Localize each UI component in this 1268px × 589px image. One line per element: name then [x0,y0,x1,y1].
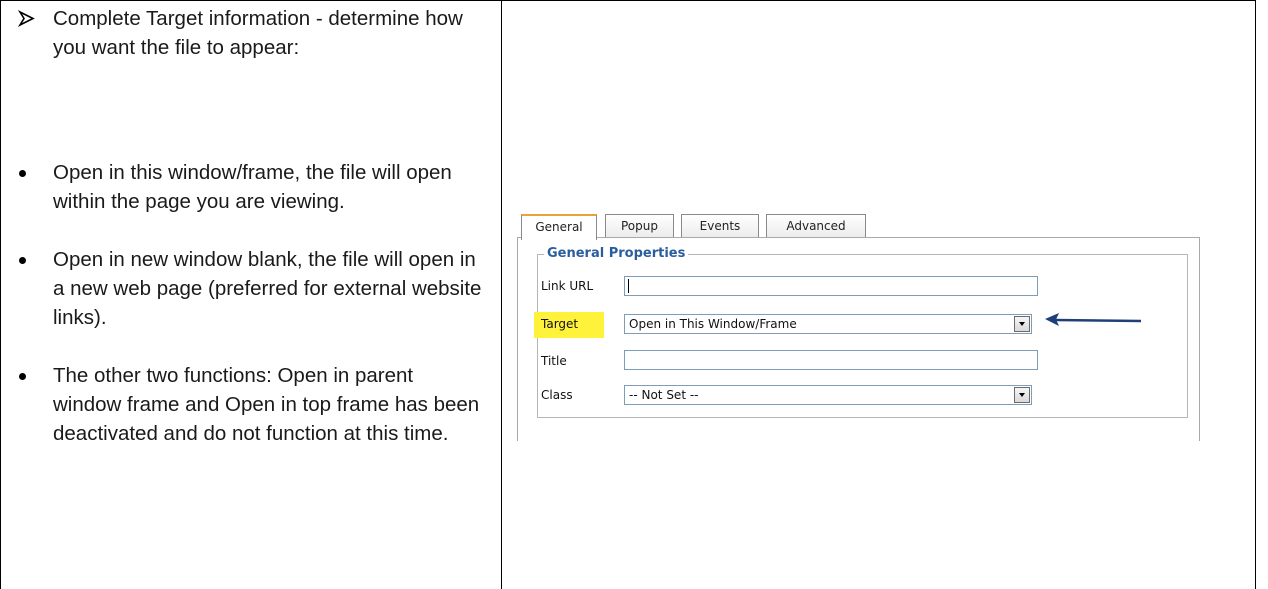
class-selected-value: -- Not Set -- [629,388,699,402]
tab-advanced[interactable]: Advanced [766,214,866,237]
class-select[interactable]: -- Not Set -- [624,385,1032,405]
tab-events[interactable]: Events [681,214,759,237]
intro-text: Complete Target information - determine … [53,7,463,59]
link-properties-dialog: General Popup Events Advanced General Pr… [517,209,1205,441]
bullet-item-3: The other two functions: Open in parent … [53,364,480,445]
class-label: Class [541,388,573,402]
panel-border-right [1199,237,1200,441]
table-column-divider [501,0,502,589]
bullet-icon [19,373,26,380]
title-label: Title [541,354,567,368]
chevron-down-icon[interactable] [1014,387,1030,403]
pointer-arrow-icon [1045,309,1145,334]
group-legend: General Properties [544,245,689,263]
instructions-cell: Complete Target information - determine … [0,0,500,589]
arrow-bullet-icon [17,4,37,33]
link-url-input[interactable] [624,276,1038,296]
text-caret [628,279,629,293]
tab-general[interactable]: General [521,214,597,240]
tab-popup[interactable]: Popup [605,214,674,237]
bullet-item-1: Open in this window/frame, the file will… [53,161,452,213]
panel-border-top [517,237,1199,238]
bullet-icon [19,170,26,177]
target-label: Target [541,317,579,331]
title-input[interactable] [624,350,1038,370]
target-selected-value: Open in This Window/Frame [629,317,797,331]
target-select[interactable]: Open in This Window/Frame [624,314,1032,334]
chevron-down-icon[interactable] [1014,316,1030,332]
panel-border-left [517,237,518,441]
link-url-label: Link URL [541,279,594,293]
table-right-border [1255,0,1256,589]
bullet-item-2: Open in new window blank, the file will … [53,248,482,329]
bullet-icon [19,257,26,264]
